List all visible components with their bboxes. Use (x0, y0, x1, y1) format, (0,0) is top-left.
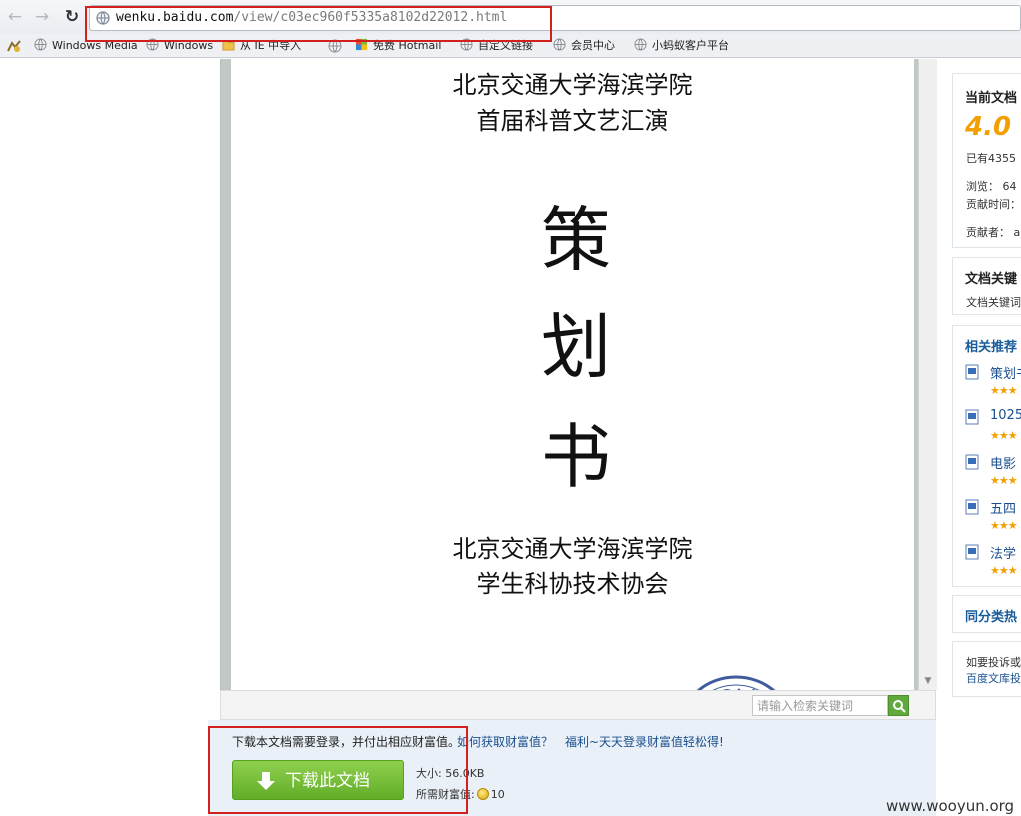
back-arrow-icon[interactable]: ← (5, 7, 25, 27)
word-doc-icon (965, 409, 979, 425)
related-item-stars: ★★★ (990, 474, 1018, 487)
related-item-label[interactable]: 五四 (990, 498, 1016, 517)
vertical-scrollbar[interactable]: ▼ (918, 59, 937, 690)
download-highlight-box (208, 726, 468, 814)
keyword-search-button[interactable] (888, 695, 909, 716)
doc-line-event: 首届科普文艺汇演 (476, 107, 669, 135)
rating-value: 4.0 (965, 112, 1012, 142)
bookmark-ant-client[interactable]: 小蚂蚁客户平台 (634, 38, 729, 54)
globe-icon (34, 38, 47, 51)
related-item-stars: ★★★ (990, 564, 1018, 577)
related-item-label[interactable]: 电影 (990, 453, 1016, 472)
related-item[interactable]: 策划书 ★★★ (965, 362, 1021, 402)
related-item-label[interactable]: 1025 (990, 408, 1021, 423)
globe-icon (553, 38, 566, 51)
forward-arrow-icon[interactable]: → (32, 7, 52, 27)
related-item[interactable]: 1025 ★★★ (965, 407, 1021, 447)
url-highlight-box (85, 6, 552, 42)
related-item-label[interactable]: 策划书 (990, 363, 1021, 382)
same-category-title: 同分类热 (965, 610, 1018, 625)
seal-stamp-icon (696, 675, 776, 690)
complaint-link[interactable]: 百度文库投 (966, 670, 1021, 686)
related-item-stars: ★★★ (990, 429, 1018, 442)
complaint-line-1: 如要投诉或 (966, 656, 1021, 669)
keyword-search-input[interactable] (752, 695, 888, 716)
related-item[interactable]: 法学 ★★★ (965, 542, 1021, 582)
document-viewer[interactable]: 北京交通大学海滨学院 首届科普文艺汇演 策 划 书 北京交通大学海滨学院 学生科… (220, 59, 937, 690)
doc-line-association: 学生科协技术协会 (476, 570, 669, 598)
document-page: 北京交通大学海滨学院 首届科普文艺汇演 策 划 书 北京交通大学海滨学院 学生科… (231, 59, 914, 690)
word-doc-icon (965, 364, 979, 380)
related-item[interactable]: 五四 ★★★ (965, 497, 1021, 537)
coin-icon (476, 788, 489, 800)
related-docs-card: 相关推荐 策划书 ★★★ 1025 ★★★ 电影 ★★★ 五四 ★★★ 法学 ★… (952, 325, 1021, 587)
related-title: 相关推荐 (965, 340, 1018, 355)
word-doc-icon (965, 544, 979, 560)
daily-login-bonus-link[interactable]: 福利~天天登录财富值轻松得! (565, 733, 724, 750)
doc-title-char-3: 书 (541, 416, 611, 498)
views-count: 浏览： 64 (966, 180, 1017, 193)
doc-title-char-2: 划 (541, 306, 611, 388)
current-doc-card: 当前文档 4.0 ★ 已有4355 浏览： 64 贡献时间： 贡献者： a (952, 73, 1021, 248)
bookmark-label: 小蚂蚁客户平台 (652, 39, 729, 52)
right-sidebar: 当前文档 4.0 ★ 已有4355 浏览： 64 贡献时间： 贡献者： a 文档… (952, 59, 1021, 816)
contributor: 贡献者： a (966, 226, 1021, 239)
bookmark-label: 会员中心 (571, 39, 615, 52)
reload-icon[interactable]: ↻ (62, 7, 82, 27)
keywords-card: 文档关键 文档关键词 (952, 257, 1021, 315)
related-item[interactable]: 电影 ★★★ (965, 452, 1021, 492)
word-doc-icon (965, 499, 979, 515)
related-item-stars: ★★★ (990, 519, 1018, 532)
keywords-subtitle: 文档关键词 (966, 296, 1021, 309)
search-icon (893, 700, 906, 713)
how-to-get-wealth-link[interactable]: 如何获取财富值？ (457, 733, 553, 750)
same-category-card: 同分类热 (952, 595, 1021, 633)
complaint-card: 如要投诉或 百度文库投 (952, 641, 1021, 697)
contribute-time: 贡献时间： (966, 198, 1021, 211)
doc-line-school-bottom: 北京交通大学海滨学院 (452, 535, 693, 563)
wealth-value: 10 (490, 788, 505, 801)
related-item-stars: ★★★ (990, 384, 1018, 397)
scroll-down-icon[interactable]: ▼ (919, 674, 937, 688)
current-doc-title: 当前文档 (965, 91, 1018, 106)
globe-icon (634, 38, 647, 51)
keywords-title: 文档关键 (965, 272, 1018, 287)
word-doc-icon (965, 454, 979, 470)
related-item-label[interactable]: 法学 (990, 543, 1016, 562)
bookmark-member-center[interactable]: 会员中心 (553, 38, 615, 54)
doc-line-school: 北京交通大学海滨学院 (452, 71, 693, 99)
doc-title-char-1: 策 (541, 199, 611, 281)
doc-search-bar (220, 690, 936, 720)
rating-score: 4.0 ★ (965, 112, 1021, 142)
bookmarks-apps-icon[interactable] (6, 39, 22, 53)
rating-count: 已有4355 (966, 152, 1016, 165)
